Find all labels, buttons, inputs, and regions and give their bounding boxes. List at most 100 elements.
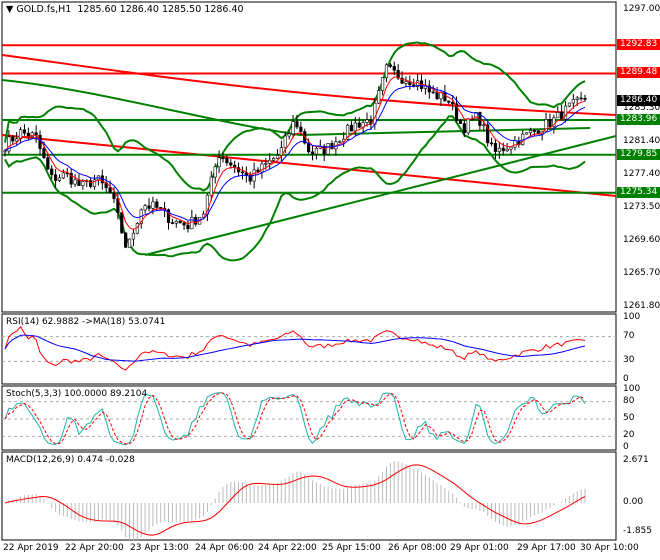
triangle-down-icon[interactable]: ▼: [6, 4, 13, 15]
time-tick: 29 Apr 17:00: [517, 543, 576, 553]
candle-body: [22, 129, 27, 134]
candle-body: [77, 179, 81, 186]
price-tick: 1269.60: [623, 235, 660, 246]
candle-body: [42, 148, 46, 158]
candle-body: [509, 146, 513, 150]
candle-body: [505, 148, 509, 152]
candle-body: [240, 171, 245, 174]
candle-body: [213, 166, 217, 178]
candle-body: [525, 132, 529, 135]
candle-body: [46, 157, 50, 170]
candle-body: [178, 220, 182, 224]
time-tick: 30 Apr 10:00: [580, 543, 639, 553]
candle-body: [556, 112, 560, 119]
candle-body: [384, 64, 389, 79]
candle-body: [268, 159, 272, 164]
candle-body: [229, 162, 233, 166]
candle-body: [11, 136, 15, 142]
candle-body: [493, 143, 498, 152]
candle-body: [435, 92, 439, 100]
time-tick: 24 Apr 06:00: [195, 543, 254, 553]
candle-body: [283, 135, 287, 148]
candle-body: [458, 120, 463, 124]
candle-body: [73, 179, 77, 185]
candle-body: [182, 222, 186, 226]
macd-tick: 0.00: [623, 497, 644, 507]
time-tick: 29 Apr 01:00: [450, 543, 509, 553]
candle-body: [575, 97, 579, 100]
level-price-tag: 1275.34: [617, 186, 660, 198]
stoch-tick: 80: [623, 395, 635, 406]
candle-body: [513, 140, 517, 148]
candle-body: [50, 168, 54, 176]
candle-body: [377, 90, 381, 104]
candle-body: [174, 220, 178, 224]
candle-body: [287, 133, 291, 137]
time-tick: 25 Apr 15:00: [322, 543, 381, 553]
candle-body: [15, 138, 19, 142]
macd-label: MACD(12,26,9) 0.474 -0.028: [6, 455, 135, 465]
stoch-tick: 0: [623, 442, 629, 452]
candle-body: [190, 217, 194, 230]
candle-body: [217, 157, 221, 168]
current-price-tag: 1286.40: [617, 95, 660, 106]
candle-body: [365, 119, 369, 123]
macd-tick: 2.671: [623, 455, 649, 465]
price-tick: 1281.40: [623, 135, 660, 146]
rsi-label: RSI(14) 62.9882 ->MA(18) 53.0741: [6, 317, 166, 327]
candle-body: [548, 119, 552, 127]
price-tick: 1297.00: [623, 4, 660, 14]
stoch-tick: 100: [623, 384, 641, 394]
candle-body: [489, 142, 494, 145]
candle-body: [61, 172, 65, 179]
candle-body: [583, 97, 587, 100]
level-price-tag: 1292.83: [617, 39, 660, 51]
candle-body: [170, 222, 174, 224]
candle-body: [275, 154, 280, 159]
candle-body: [155, 201, 159, 208]
candle-body: [447, 100, 451, 103]
candle-body: [497, 147, 501, 152]
symbol: GOLD.fs,H1: [16, 4, 72, 15]
candle-body: [357, 122, 361, 128]
candle-body: [349, 124, 354, 132]
candle-body: [120, 212, 124, 234]
time-tick: 26 Apr 08:00: [388, 543, 447, 553]
rsi-tick: 100: [623, 312, 641, 322]
level-price-tag: 1283.96: [617, 114, 660, 126]
candle-body: [108, 187, 112, 194]
candle-body: [225, 157, 229, 164]
price-tick: 1273.50: [623, 202, 660, 213]
ohlc-values: 1285.60 1286.40 1285.50 1286.40: [77, 4, 244, 15]
candle-body: [295, 121, 299, 128]
price-tick: 1277.40: [623, 169, 660, 180]
candle-body: [392, 66, 396, 71]
candle-body: [579, 97, 583, 100]
chart-title: ▼ GOLD.fs,H1 1285.60 1286.40 1285.50 128…: [6, 4, 244, 15]
candle-body: [186, 224, 190, 230]
stoch-tick: 50: [623, 413, 635, 423]
price-tick: 1261.80: [623, 301, 660, 312]
chart-canvas[interactable]: [0, 0, 660, 560]
price-tick: 1265.70: [623, 268, 660, 279]
candle-body: [271, 158, 276, 161]
main-chart-frame: [1, 1, 617, 313]
candle-body: [431, 91, 435, 94]
candle-body: [112, 192, 116, 199]
level-price-tag: 1289.48: [617, 67, 660, 79]
candle-body: [291, 121, 295, 135]
candle-body: [326, 143, 330, 155]
rsi-tick: 0: [623, 374, 629, 384]
candle-body: [388, 64, 392, 67]
time-tick: 22 Apr 20:00: [65, 543, 124, 553]
candle-body: [482, 124, 486, 127]
candle-body: [380, 77, 385, 92]
rsi-tick: 70: [623, 330, 635, 341]
candle-body: [571, 99, 575, 104]
candle-body: [54, 174, 58, 181]
candle-body: [127, 238, 132, 248]
candle-body: [314, 147, 319, 155]
candle-body: [528, 130, 533, 134]
candle-body: [89, 180, 93, 187]
rsi-tick: 30: [623, 355, 635, 366]
